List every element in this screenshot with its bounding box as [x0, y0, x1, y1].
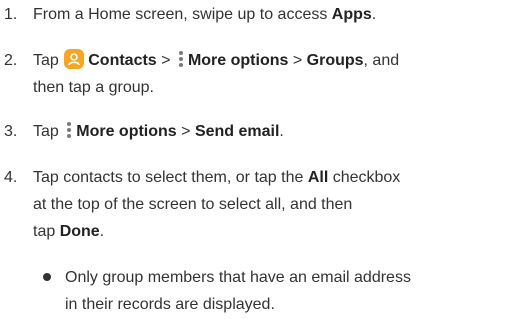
contacts-icon: [64, 49, 85, 69]
instructions-document: 1. From a Home screen, swipe up to acces…: [0, 0, 528, 319]
more-options-label: More options: [76, 123, 177, 140]
done-label: Done: [59, 223, 100, 240]
note-text: Only group members that have an email ad…: [65, 269, 411, 313]
step-text: Tap contacts to select them, or tap the …: [33, 169, 401, 240]
step-number: 4.: [4, 169, 18, 186]
step-number: 3.: [4, 123, 18, 140]
bullet-dot-icon: [43, 273, 51, 281]
step-number: 2.: [4, 52, 18, 69]
all-label: All: [307, 169, 329, 186]
contacts-label: Contacts: [88, 52, 157, 69]
more-options-icon: [66, 122, 72, 138]
step-text: Tap More options > Send email.: [33, 122, 284, 140]
step-number: 1.: [4, 6, 18, 23]
groups-label: Groups: [306, 52, 364, 69]
step-text: From a Home screen, swipe up to access A…: [33, 6, 377, 23]
step-text: Tap Contacts > More options > Groups, an…: [33, 47, 524, 101]
apps-label: Apps: [331, 6, 372, 23]
more-options-label: More options: [187, 52, 289, 69]
send-email-label: Send email: [194, 123, 280, 140]
more-options-icon: [178, 51, 184, 67]
